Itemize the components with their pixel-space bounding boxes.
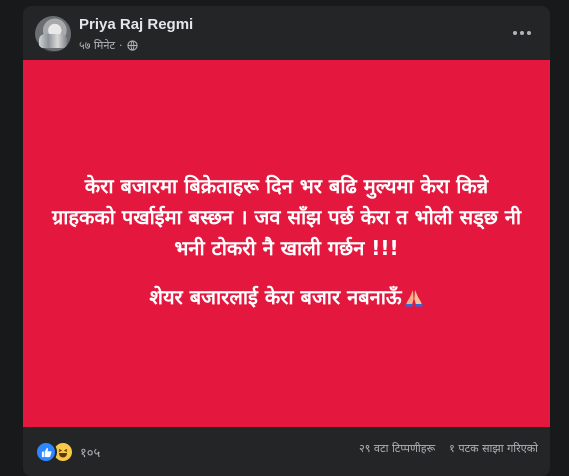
author-name[interactable]: Priya Raj Regmi <box>79 16 193 33</box>
post-text-main: केरा बजारमा बिक्रेताहरू दिन भर बढि मुल्य… <box>51 173 522 260</box>
post-time[interactable]: ५७ मिनेट <box>79 38 115 53</box>
comments-count[interactable]: २९ वटा टिप्पणीहरू <box>359 441 435 456</box>
post-meta: ५७ मिनेट · <box>79 38 138 53</box>
more-options-icon[interactable] <box>508 23 536 43</box>
dot-3 <box>527 31 531 35</box>
dot-2 <box>520 31 524 35</box>
text-post-background[interactable]: केरा बजारमा बिक्रेताहरू दिन भर बढि मुल्य… <box>23 60 550 427</box>
post-footer: १०५ २९ वटा टिप्पणीहरू १ पटक साझा गरिएको <box>23 427 550 469</box>
author-avatar[interactable] <box>35 16 71 52</box>
folded-hands-icon <box>405 290 423 307</box>
shares-count[interactable]: १ पटक साझा गरिएको <box>449 441 538 456</box>
like-icon <box>35 441 57 463</box>
reaction-count: १०५ <box>80 446 101 461</box>
meta-separator: · <box>119 39 123 52</box>
reactions-summary[interactable]: १०५ <box>35 441 100 463</box>
post-text-secondary: शेयर बजारलाई केरा बजार नबनाऊँ <box>149 282 423 313</box>
dot-1 <box>513 31 517 35</box>
globe-icon[interactable] <box>126 40 138 51</box>
engagement-stats: २९ वटा टिप्पणीहरू १ पटक साझा गरिएको <box>359 441 538 456</box>
post-text-tagline: शेयर बजारलाई केरा बजार नबनाऊँ <box>149 284 402 309</box>
